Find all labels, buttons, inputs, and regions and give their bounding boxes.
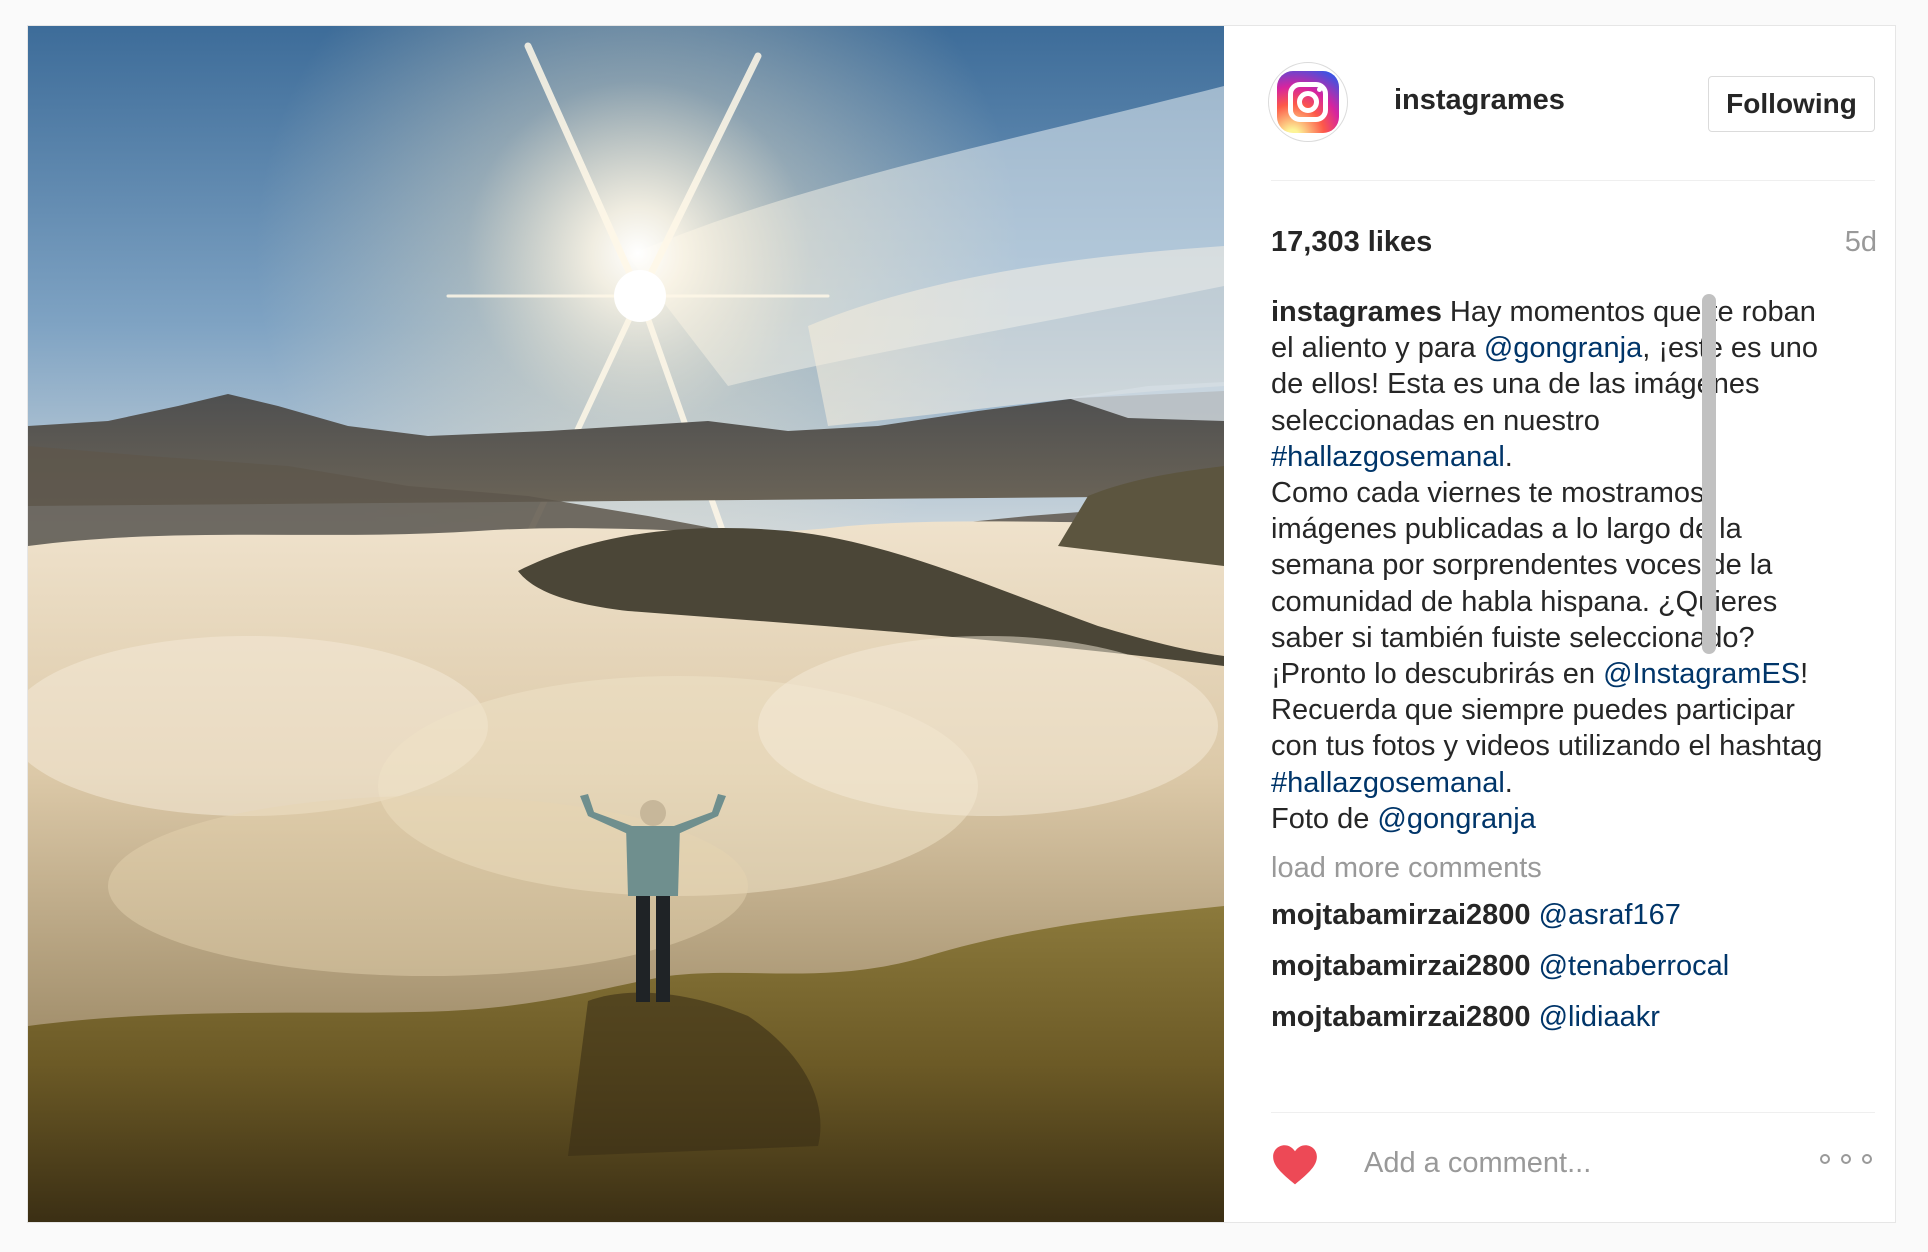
likes-count[interactable]: 17,303 likes <box>1271 226 1432 259</box>
post-age[interactable]: 5d <box>1845 226 1877 259</box>
post-header: instagrames Following <box>1224 26 1895 181</box>
caption-text: Hay momentos que te roban el aliento y p… <box>1271 296 1822 835</box>
hashtag-link[interactable]: #hallazgosemanal <box>1271 441 1505 473</box>
post-caption: instagrames Hay momentos que te roban el… <box>1271 294 1831 837</box>
following-button[interactable]: Following <box>1708 76 1875 132</box>
comment-item: mojtabamirzai2800 @lidiaakr <box>1271 992 1875 1043</box>
add-comment-input[interactable] <box>1364 1133 1784 1193</box>
comment-username[interactable]: mojtabamirzai2800 <box>1271 1001 1531 1033</box>
hashtag-link[interactable]: #hallazgosemanal <box>1271 767 1505 799</box>
load-more-comments-link[interactable]: load more comments <box>1271 846 1875 890</box>
caption-author[interactable]: instagrames <box>1271 296 1442 328</box>
post-photo-image <box>28 26 1224 1222</box>
instagram-logo-icon <box>1277 71 1339 133</box>
caption-text-segment: ! <box>1800 658 1809 691</box>
actions-divider <box>1271 1112 1875 1113</box>
post-side-panel: instagrames Following 17,303 likes 5d in… <box>1224 26 1895 1222</box>
comment-mention-link[interactable]: @lidiaakr <box>1539 1001 1660 1033</box>
header-divider <box>1271 180 1875 181</box>
comment-username[interactable]: mojtabamirzai2800 <box>1271 950 1531 982</box>
comment-mention-link[interactable]: @tenaberrocal <box>1539 950 1730 982</box>
caption-text-segment: . <box>1504 766 1513 799</box>
comment-item: mojtabamirzai2800 @asraf167 <box>1271 890 1875 941</box>
comment-username[interactable]: mojtabamirzai2800 <box>1271 899 1531 931</box>
caption-text-segment: . <box>1504 440 1513 473</box>
avatar[interactable] <box>1268 62 1348 142</box>
mention-link[interactable]: @gongranja <box>1484 332 1642 364</box>
post-card: instagrames Following 17,303 likes 5d in… <box>27 25 1896 1223</box>
caption-text-segment: Foto de <box>1271 802 1378 835</box>
comment-mention-link[interactable]: @asraf167 <box>1539 899 1681 931</box>
header-username[interactable]: instagrames <box>1394 84 1565 117</box>
heart-icon[interactable] <box>1270 1140 1320 1190</box>
mention-link[interactable]: @InstagramES <box>1603 658 1800 690</box>
comment-item: mojtabamirzai2800 @tenaberrocal <box>1271 941 1875 992</box>
mention-link[interactable]: @gongranja <box>1377 803 1535 835</box>
caption-text-segment: Recuerda que siempre puedes participar c… <box>1271 694 1823 763</box>
more-options-icon[interactable] <box>1820 1144 1872 1174</box>
comments-list[interactable]: instagrames Hay momentos que te roban el… <box>1271 294 1875 1112</box>
comments-scrollbar[interactable] <box>1702 294 1716 654</box>
comment-items: mojtabamirzai2800 @asraf167 mojtabamirzai… <box>1271 890 1875 1043</box>
post-photo[interactable] <box>28 26 1224 1222</box>
